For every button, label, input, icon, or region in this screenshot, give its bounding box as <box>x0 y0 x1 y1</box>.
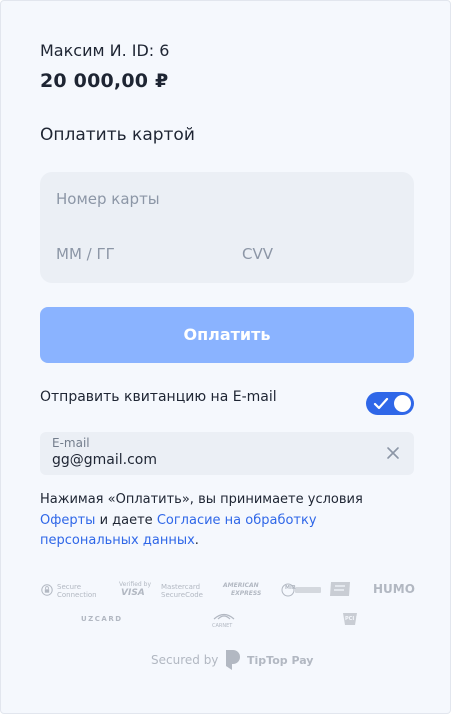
mir-label: MIR <box>285 585 296 591</box>
carnet-wave-icon <box>213 613 235 620</box>
lock-icon <box>41 584 53 596</box>
receipt-label: Отправить квитанцию на E-mail <box>40 389 277 405</box>
payee-name: Максим И. ID: 6 <box>40 41 170 60</box>
secured-by-label: Secured by <box>151 653 219 667</box>
payment-widget: Максим И. ID: 6 20 000,00 ₽ Оплатить кар… <box>0 0 451 714</box>
tiptop-brand: TipTop Pay <box>247 654 314 667</box>
pci-dss-logo: PCI DSS <box>345 616 368 622</box>
receipt-toggle[interactable] <box>366 392 414 415</box>
card-expiry-input[interactable]: ММ / ГГ <box>56 245 115 263</box>
terms-text-part: и даете <box>95 512 157 528</box>
email-input[interactable]: gg@gmail.com <box>52 452 157 468</box>
email-field[interactable]: E-mail gg@gmail.com <box>40 432 414 475</box>
terms-text-part: Нажимая «Оплатить», вы принимаете услови… <box>40 492 363 507</box>
card-form: Номер карты ММ / ГГ CVV <box>40 172 414 283</box>
secure-connection-badge: Secure Connection <box>57 583 97 599</box>
amex-badge: AMERICAN EXPRESS <box>223 582 261 598</box>
mastercard-securecode-badge: Mastercard SecureCode <box>161 583 203 599</box>
carnet-logo: CARNET <box>212 623 233 629</box>
badge-line: EXPRESS <box>231 590 262 597</box>
uzcard-logo: UZCARD <box>81 615 123 623</box>
close-icon[interactable] <box>386 446 400 460</box>
payment-amount: 20 000,00 ₽ <box>40 70 169 92</box>
terms-text-part: . <box>194 533 199 548</box>
section-title: Оплатить картой <box>40 125 195 145</box>
toggle-knob <box>394 395 411 412</box>
badge-line: Mastercard <box>161 583 201 591</box>
badge-line: AMERICAN <box>223 582 259 589</box>
visa-logo: VISA <box>121 588 145 598</box>
card-number-input[interactable]: Номер карты <box>56 190 160 208</box>
card-network-icon <box>330 582 350 596</box>
badge-line: Verified by <box>119 581 152 588</box>
badge-line: Connection <box>57 591 97 599</box>
offer-link[interactable]: Оферты <box>40 513 95 528</box>
pay-button[interactable]: Оплатить <box>40 307 414 363</box>
email-label: E-mail <box>52 436 90 450</box>
card-cvv-input[interactable]: CVV <box>242 245 273 263</box>
badge-line: Secure <box>57 583 82 591</box>
terms-text: Нажимая «Оплатить», вы принимаете услови… <box>40 490 412 552</box>
tiptop-logo-icon <box>226 650 240 670</box>
checkmark-icon <box>373 397 389 410</box>
badge-line: SecureCode <box>161 591 203 599</box>
humo-logo: HUMO <box>373 582 415 596</box>
